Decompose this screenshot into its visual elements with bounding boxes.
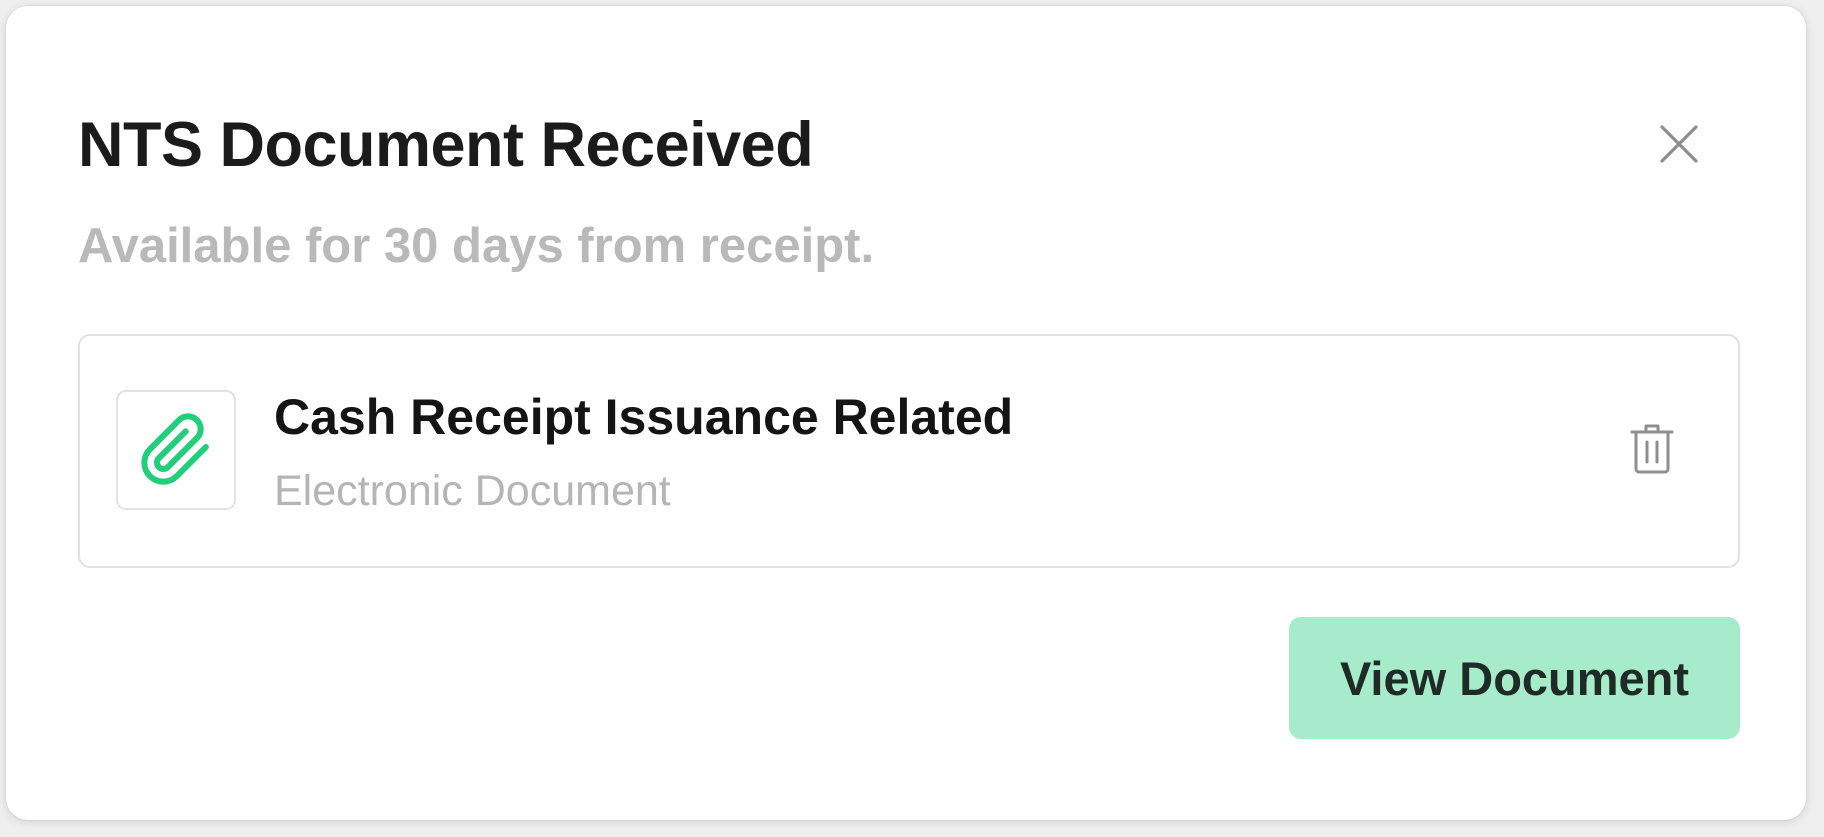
close-icon <box>1660 125 1698 163</box>
dialog-subtitle: Available for 30 days from receipt. <box>78 219 875 273</box>
trash-icon <box>1630 424 1674 474</box>
document-item[interactable]: Cash Receipt Issuance Related Electronic… <box>78 334 1740 568</box>
delete-button[interactable] <box>1620 416 1684 480</box>
paperclip-icon <box>141 413 209 485</box>
document-type: Electronic Document <box>274 467 671 515</box>
document-name: Cash Receipt Issuance Related <box>274 389 1014 445</box>
attachment-thumbnail <box>116 390 236 510</box>
view-document-button[interactable]: View Document <box>1289 617 1740 739</box>
notification-dialog: NTS Document Received Available for 30 d… <box>6 6 1806 820</box>
dialog-title: NTS Document Received <box>78 110 814 180</box>
close-button[interactable] <box>1651 116 1707 172</box>
